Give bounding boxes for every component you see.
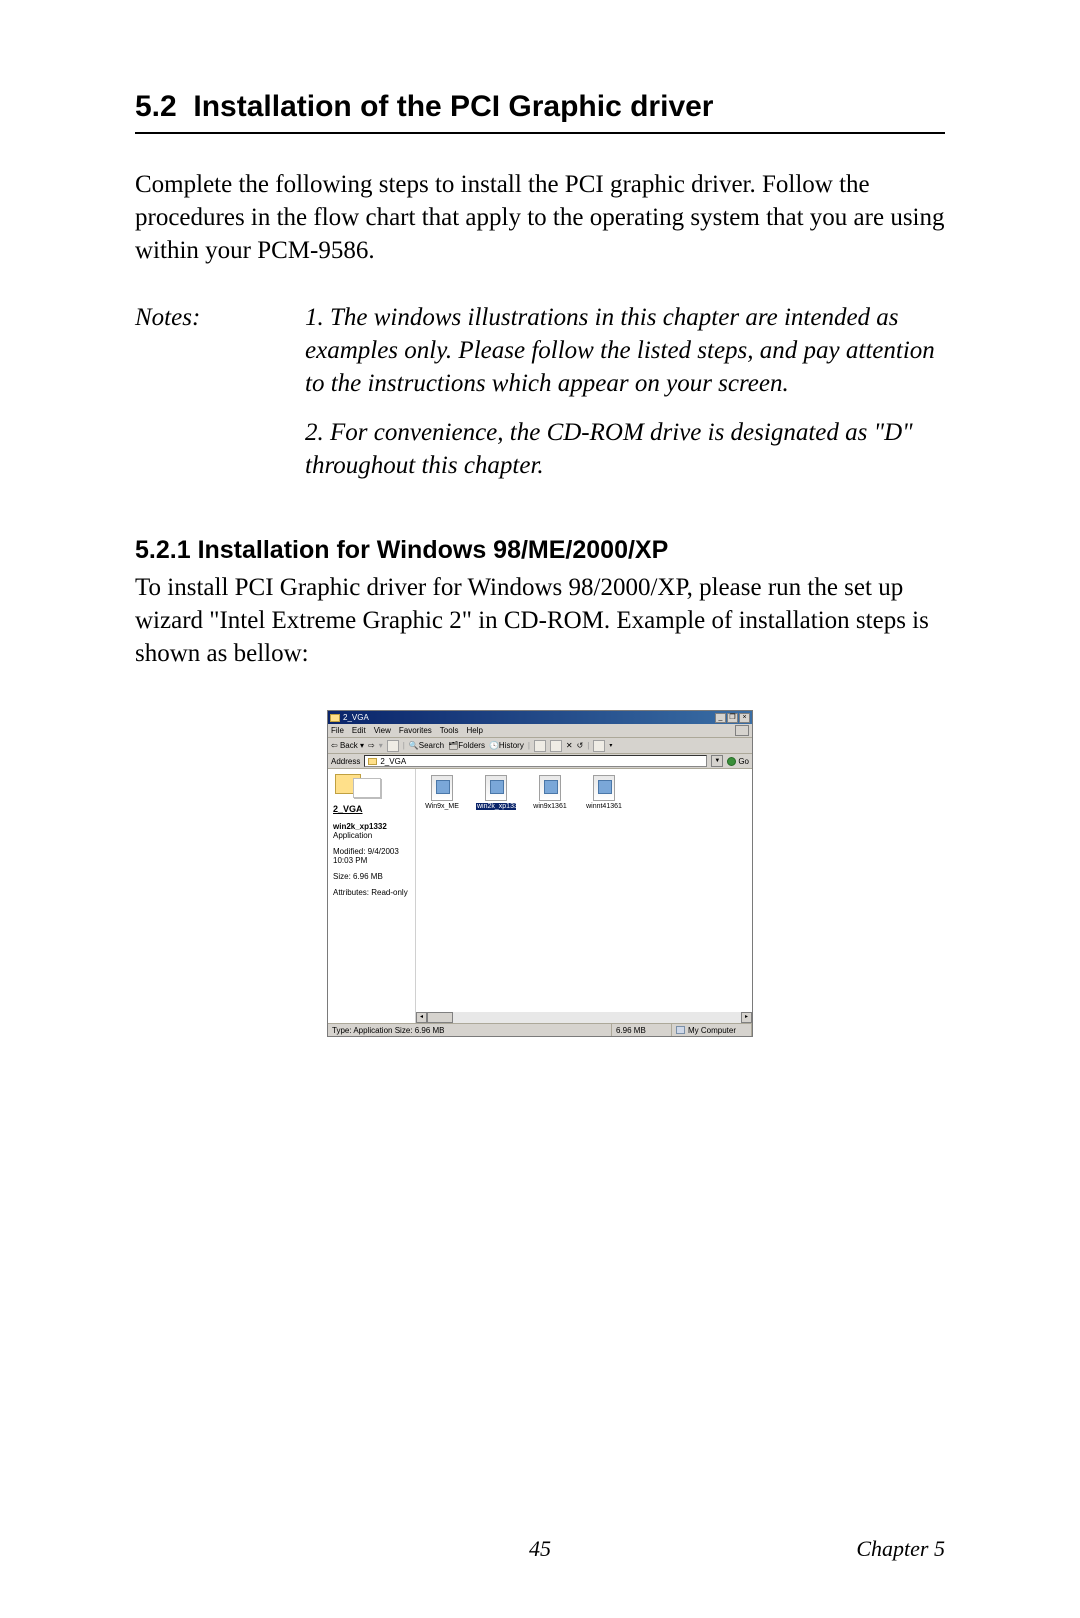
menu-file[interactable]: File xyxy=(331,726,344,735)
page-number: 45 xyxy=(255,1536,825,1562)
file-icon xyxy=(431,775,453,801)
go-icon xyxy=(727,757,736,766)
forward-button[interactable]: ⇨ xyxy=(368,741,375,750)
address-dropdown-button[interactable]: ▼ xyxy=(711,755,723,767)
info-folder-title: 2_VGA xyxy=(333,804,410,814)
info-size: Size: 6.96 MB xyxy=(333,872,410,881)
computer-icon xyxy=(676,1026,685,1034)
views-icon[interactable] xyxy=(593,740,605,752)
section-intro: Complete the following steps to install … xyxy=(135,168,945,267)
go-button[interactable]: Go xyxy=(727,757,749,766)
page-footer: 45 Chapter 5 xyxy=(0,1536,1080,1562)
info-modified: Modified: 9/4/2003 10:03 PM xyxy=(333,847,410,865)
status-type: Type: Application Size: 6.96 MB xyxy=(328,1024,612,1036)
scroll-right-button[interactable]: ▸ xyxy=(741,1012,752,1023)
chapter-label: Chapter 5 xyxy=(825,1536,945,1562)
note-item-1: 1. The windows illustrations in this cha… xyxy=(305,301,945,400)
file-item[interactable]: winnt41361 xyxy=(584,775,624,810)
section-heading: 5.2 Installation of the PCI Graphic driv… xyxy=(135,90,945,134)
explorer-window: 2_VGA _ ❐ × File Edit View Favorites Too… xyxy=(327,710,753,1037)
notes-content: 1. The windows illustrations in this cha… xyxy=(305,301,945,498)
notes-block: Notes: 1. The windows illustrations in t… xyxy=(135,301,945,498)
search-button[interactable]: 🔍Search xyxy=(409,741,444,750)
subsection-number: 5.2.1 xyxy=(135,536,191,564)
file-pane[interactable]: Win9x_ME win2k_xp1332 win9x1361 winnt413… xyxy=(416,769,752,1023)
menu-view[interactable]: View xyxy=(374,726,391,735)
subsection-body: To install PCI Graphic driver for Window… xyxy=(135,571,945,670)
subsection-heading: 5.2.1 Installation for Windows 98/ME/200… xyxy=(135,536,945,565)
delete-icon[interactable]: ✕ xyxy=(566,741,573,750)
info-selected-name: win2k_xp1332 xyxy=(333,822,387,831)
address-value: 2_VGA xyxy=(380,757,406,766)
address-label: Address xyxy=(331,757,360,766)
undo-icon[interactable]: ↺ xyxy=(577,741,584,750)
info-folder-icon xyxy=(333,774,410,804)
scroll-track[interactable] xyxy=(427,1012,741,1023)
file-item[interactable]: win9x1361 xyxy=(530,775,570,810)
address-folder-icon xyxy=(368,758,377,765)
file-label: winnt41361 xyxy=(584,803,624,810)
status-bar: Type: Application Size: 6.96 MB 6.96 MB … xyxy=(328,1023,752,1036)
screenshot-figure: 2_VGA _ ❐ × File Edit View Favorites Too… xyxy=(135,710,945,1037)
file-item-selected[interactable]: win2k_xp1332 xyxy=(476,775,516,810)
explorer-body: 2_VGA win2k_xp1332Application Modified: … xyxy=(328,769,752,1023)
file-label: win2k_xp1332 xyxy=(476,803,516,810)
address-input[interactable]: 2_VGA xyxy=(364,755,707,767)
status-location: My Computer xyxy=(672,1024,752,1036)
minimize-button[interactable]: _ xyxy=(715,713,726,723)
menu-help[interactable]: Help xyxy=(466,726,482,735)
file-icon xyxy=(485,775,507,801)
close-button[interactable]: × xyxy=(739,713,750,723)
window-controls: _ ❐ × xyxy=(715,713,750,723)
menu-edit[interactable]: Edit xyxy=(352,726,366,735)
info-selected-type: Application xyxy=(333,831,372,840)
up-button[interactable] xyxy=(387,740,399,752)
note-item-2: 2. For convenience, the CD-ROM drive is … xyxy=(305,416,945,482)
maximize-button[interactable]: ❐ xyxy=(727,713,738,723)
scroll-thumb[interactable] xyxy=(427,1012,453,1023)
status-size: 6.96 MB xyxy=(612,1024,672,1036)
menu-bar: File Edit View Favorites Tools Help xyxy=(328,724,752,738)
info-attrs: Attributes: Read-only xyxy=(333,888,410,897)
file-icon xyxy=(539,775,561,801)
move-to-icon[interactable] xyxy=(534,740,546,752)
menu-favorites[interactable]: Favorites xyxy=(399,726,432,735)
section-title-text: Installation of the PCI Graphic driver xyxy=(193,90,713,123)
horizontal-scrollbar[interactable]: ◂ ▸ xyxy=(416,1012,752,1023)
file-label: Win9x_ME xyxy=(422,803,462,810)
notes-label: Notes: xyxy=(135,301,305,498)
copy-to-icon[interactable] xyxy=(550,740,562,752)
back-button[interactable]: ⇦ Back ▾ xyxy=(331,741,364,750)
address-bar: Address 2_VGA ▼ Go xyxy=(328,754,752,769)
toolbar: ⇦ Back ▾ ⇨ ▾ | 🔍Search 🗂Folders 🕓History… xyxy=(328,738,752,754)
file-icon xyxy=(593,775,615,801)
info-pane: 2_VGA win2k_xp1332Application Modified: … xyxy=(328,769,416,1023)
history-button[interactable]: 🕓History xyxy=(489,741,524,750)
scroll-left-button[interactable]: ◂ xyxy=(416,1012,427,1023)
subsection-title-text: Installation for Windows 98/ME/2000/XP xyxy=(198,536,669,564)
file-item[interactable]: Win9x_ME xyxy=(422,775,462,810)
menu-logo-icon xyxy=(735,725,749,736)
menu-tools[interactable]: Tools xyxy=(440,726,459,735)
section-number: 5.2 xyxy=(135,90,177,123)
file-label: win9x1361 xyxy=(530,803,570,810)
window-title: 2_VGA xyxy=(343,713,369,722)
window-titlebar[interactable]: 2_VGA _ ❐ × xyxy=(328,711,752,724)
titlebar-folder-icon xyxy=(330,714,340,722)
folders-button[interactable]: 🗂Folders xyxy=(448,741,485,750)
